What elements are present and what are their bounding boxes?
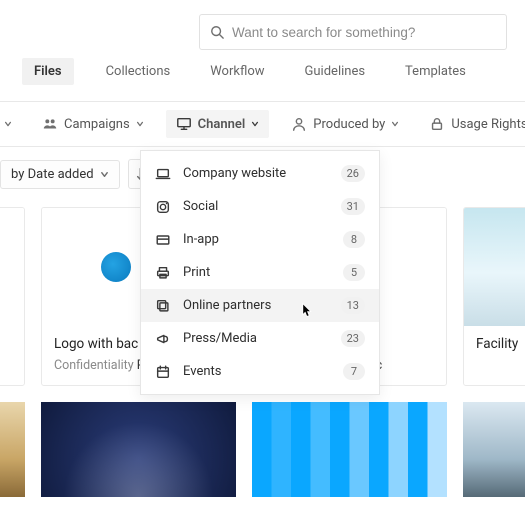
filter-channel-label: Channel (198, 117, 246, 132)
calendar-icon (155, 364, 171, 380)
filter-produced-by[interactable]: Produced by (283, 112, 407, 136)
primary-tabs: Files Collections Workflow Guidelines Te… (0, 58, 525, 101)
sort-by-date-added[interactable]: by Date added (0, 160, 120, 189)
cursor-pointer-icon (298, 302, 314, 322)
channel-option-count: 26 (341, 165, 365, 182)
filter-campaigns-label: Campaigns (64, 117, 130, 132)
asset-thumbnail[interactable] (41, 402, 236, 497)
sort-label: by Date added (11, 167, 94, 182)
asset-thumbnail[interactable] (463, 402, 525, 497)
tab-files[interactable]: Files (22, 58, 74, 85)
card-icon (155, 232, 171, 248)
channel-option-online-partners[interactable]: Online partners 13 (141, 289, 379, 322)
channel-option-count: 31 (341, 198, 365, 215)
search-icon (210, 25, 224, 39)
filter-bar: Campaigns Channel Produced by Usage Righ… (0, 101, 525, 147)
tab-collections[interactable]: Collections (98, 58, 179, 85)
channel-option-label: Social (183, 199, 329, 214)
filter-campaigns[interactable]: Campaigns (34, 112, 152, 136)
megaphone-icon (155, 331, 171, 347)
asset-card[interactable]: EPS (0, 207, 25, 386)
brand-mark-icon (101, 252, 131, 282)
card-meta-label: Confidentiality (54, 358, 134, 373)
instagram-icon (155, 199, 171, 215)
card-meta (464, 358, 525, 385)
channel-option-social[interactable]: Social 31 (141, 190, 379, 223)
asset-card[interactable]: Facility (463, 207, 525, 386)
channel-option-company-website[interactable]: Company website 26 (141, 157, 379, 190)
channel-option-count: 23 (341, 330, 365, 347)
filter-usage-rights-label: Usage Rights (451, 117, 525, 132)
card-thumbnail (464, 208, 525, 326)
search-input[interactable] (232, 25, 496, 40)
channel-option-label: Company website (183, 166, 329, 181)
channel-option-print[interactable]: Print 5 (141, 256, 379, 289)
global-search[interactable] (199, 14, 507, 50)
channel-option-label: Print (183, 265, 331, 280)
channel-option-label: Press/Media (183, 331, 329, 346)
tab-workflow[interactable]: Workflow (202, 58, 272, 85)
asset-thumbnail[interactable] (252, 402, 447, 497)
filter-produced-by-label: Produced by (313, 117, 385, 132)
channel-option-in-app[interactable]: In-app 8 (141, 223, 379, 256)
channel-dropdown: Company website 26 Social 31 In-app 8 Pr… (140, 150, 380, 395)
channel-option-count: 5 (343, 264, 365, 281)
monitor-icon (176, 116, 192, 132)
card-title: Facility (464, 326, 525, 358)
channel-option-label: In-app (183, 232, 331, 247)
channel-option-events[interactable]: Events 7 (141, 355, 379, 388)
channel-option-press-media[interactable]: Press/Media 23 (141, 322, 379, 355)
filter-usage-rights[interactable]: Usage Rights (421, 112, 525, 136)
channel-option-count: 8 (343, 231, 365, 248)
tab-guidelines[interactable]: Guidelines (297, 58, 374, 85)
channel-option-label: Events (183, 364, 331, 379)
laptop-icon (155, 166, 171, 182)
thumbnail-row (0, 386, 525, 497)
card-title (0, 326, 24, 358)
card-thumbnail: EPS (0, 208, 24, 326)
channel-option-count: 7 (343, 363, 365, 380)
lock-icon (429, 116, 445, 132)
filter-prev-chevron[interactable] (0, 116, 20, 132)
copy-icon (155, 298, 171, 314)
print-icon (155, 265, 171, 281)
card-meta (0, 358, 24, 385)
tab-templates[interactable]: Templates (397, 58, 474, 85)
user-icon (291, 116, 307, 132)
people-icon (42, 116, 58, 132)
asset-thumbnail[interactable] (0, 402, 25, 497)
channel-option-count: 13 (341, 297, 365, 314)
filter-channel[interactable]: Channel (166, 110, 270, 138)
